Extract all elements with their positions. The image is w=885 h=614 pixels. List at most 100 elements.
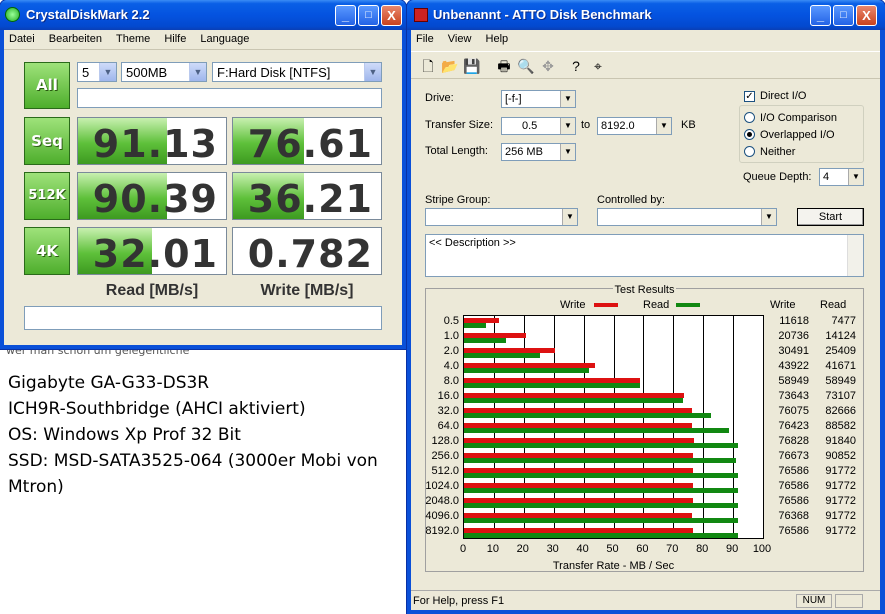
help-icon[interactable]: ? <box>565 55 587 77</box>
atto-titlebar[interactable]: Unbenannt - ATTO Disk Benchmark _ □ X <box>407 0 885 30</box>
note-ssd: SSD: MSD-SATA3525-064 (3000er Mobi von <box>8 451 378 471</box>
atto-maximize-button[interactable]: □ <box>833 5 854 26</box>
legend-write-label: Write <box>560 299 586 311</box>
512k-write-box: 36.21 <box>232 172 382 220</box>
transfer-to-value: 8192.0 <box>601 120 635 132</box>
cdm-comment-field[interactable] <box>24 306 382 330</box>
chevron-down-icon: ▼ <box>562 209 577 225</box>
all-button[interactable]: All <box>24 62 70 109</box>
cdm-maximize-button[interactable]: □ <box>358 5 379 26</box>
write-value-label: 76586 <box>778 494 809 507</box>
queue-depth-label: Queue Depth: <box>743 171 812 183</box>
status-text: For Help, press F1 <box>413 595 505 607</box>
direct-io-label: Direct I/O <box>760 90 807 102</box>
description-field[interactable]: << Description >> <box>425 234 864 277</box>
cdm-menu-hilfe[interactable]: Hilfe <box>159 30 192 45</box>
direct-io-checkbox[interactable]: ✓ <box>744 91 755 102</box>
cdm-client: Datei Bearbeiten Theme Hilfe Language Al… <box>4 30 402 345</box>
read-bar <box>464 532 739 538</box>
cdm-close-button[interactable]: X <box>381 5 402 26</box>
cdm-menu-datei[interactable]: Datei <box>4 30 41 45</box>
x-axis-label: Transfer Rate - MB / Sec <box>552 560 675 572</box>
note-mainboard: Gigabyte GA-G33-DS3R <box>8 373 210 393</box>
read-header: Read [MB/s] <box>105 282 199 299</box>
cdm-minimize-button[interactable]: _ <box>335 5 356 26</box>
read-bar <box>464 338 507 344</box>
seq-write-box: 76.61 <box>232 117 382 165</box>
note-os: OS: Windows Xp Prof 32 Bit <box>8 425 241 445</box>
stripe-group-select[interactable]: ▼ <box>425 208 578 226</box>
drive-label: Drive: <box>425 92 454 104</box>
cdm-menu-language[interactable]: Language <box>195 30 255 45</box>
io-comparison-radio[interactable] <box>744 112 755 123</box>
start-button[interactable]: Start <box>797 208 864 226</box>
read-value-label: 91772 <box>825 494 856 507</box>
transfer-to-select[interactable]: 8192.0 ▼ <box>597 117 672 135</box>
neither-label: Neither <box>760 146 796 158</box>
print-preview-icon[interactable]: 🔍 <box>515 55 537 77</box>
size-label: 64.0 <box>437 420 459 432</box>
4k-write-value: 0.782 <box>247 232 373 275</box>
write-value-label: 76586 <box>778 464 809 477</box>
size-label: 128.0 <box>431 434 459 447</box>
atto-menu-help[interactable]: Help <box>481 30 515 45</box>
x-tick-label: 40 <box>576 543 589 555</box>
context-help-icon[interactable]: ⌖ <box>587 55 609 77</box>
legend-read-label: Read <box>643 299 670 311</box>
atto-statusbar: For Help, press F1 NUM <box>411 590 880 610</box>
512k-button[interactable]: 512K <box>24 172 70 220</box>
size-label: 32.0 <box>437 405 459 418</box>
read-bar <box>464 413 712 419</box>
atto-close-button[interactable]: X <box>856 5 877 26</box>
cdm-menu-theme[interactable]: Theme <box>111 30 156 45</box>
open-icon[interactable]: 📂 <box>439 55 461 77</box>
new-icon[interactable]: 🗋 <box>417 55 439 77</box>
controlled-by-select[interactable]: ▼ <box>597 208 777 226</box>
atto-menu-file[interactable]: File <box>411 30 440 45</box>
kb-label: KB <box>681 119 696 131</box>
size-label: 16.0 <box>437 390 459 403</box>
atto-drive-select[interactable]: [-f-] ▼ <box>501 90 576 108</box>
runs-select[interactable]: 5 ▼ <box>77 62 117 82</box>
size-select[interactable]: 500MB ▼ <box>121 62 207 82</box>
note-ssd-cont: Mtron) <box>8 477 64 497</box>
read-bar <box>464 487 739 493</box>
write-header: Write [MB/s] <box>260 282 354 299</box>
legend-write-swatch <box>594 303 618 307</box>
x-tick-label: 80 <box>696 543 709 555</box>
total-length-select[interactable]: 256 MB ▼ <box>501 143 576 161</box>
seq-button[interactable]: Seq <box>24 117 70 165</box>
cdm-menubar: Datei Bearbeiten Theme Hilfe Language <box>4 30 402 50</box>
4k-button[interactable]: 4K <box>24 227 70 275</box>
size-label: 8.0 <box>443 375 459 388</box>
neither-radio[interactable] <box>744 146 755 157</box>
write-value-label: 11618 <box>779 315 809 328</box>
write-value-label: 76586 <box>778 479 809 492</box>
description-text: << Description >> <box>429 237 516 249</box>
read-bar <box>464 428 729 433</box>
print-icon[interactable]: 🖶 <box>493 55 515 77</box>
cdm-menu-bearbeiten[interactable]: Bearbeiten <box>44 30 108 45</box>
atto-menu-view[interactable]: View <box>443 30 478 45</box>
stripe-group-label: Stripe Group: <box>425 194 491 206</box>
move-icon[interactable]: ✥ <box>537 55 559 77</box>
description-scrollbar[interactable] <box>847 235 863 276</box>
atto-menubar: File View Help <box>411 30 880 50</box>
512k-read-value: 90.39 <box>92 177 218 220</box>
transfer-from-select[interactable]: 0.5 ▼ <box>501 117 576 135</box>
x-tick-label: 90 <box>725 543 739 555</box>
cdm-titlebar[interactable]: CrystalDiskMark 2.2 _ □ X <box>0 0 406 30</box>
save-icon[interactable]: 💾 <box>461 55 483 77</box>
overlapped-io-radio[interactable] <box>744 129 755 140</box>
status-num: NUM <box>796 594 832 608</box>
read-value-label: 7477 <box>831 315 856 328</box>
atto-minimize-button[interactable]: _ <box>810 5 831 26</box>
drive-select[interactable]: F:Hard Disk [NTFS] ▼ <box>212 62 382 82</box>
crystaldiskmark-window: CrystalDiskMark 2.2 _ □ X Datei Bearbeit… <box>0 0 406 349</box>
x-tick-label: 20 <box>516 543 529 555</box>
x-tick-label: 0 <box>459 543 467 555</box>
512k-write-value: 36.21 <box>247 177 373 220</box>
size-label: 256.0 <box>431 449 459 462</box>
chevron-down-icon: ▼ <box>848 169 863 185</box>
queue-depth-select[interactable]: 4 ▼ <box>819 168 864 186</box>
